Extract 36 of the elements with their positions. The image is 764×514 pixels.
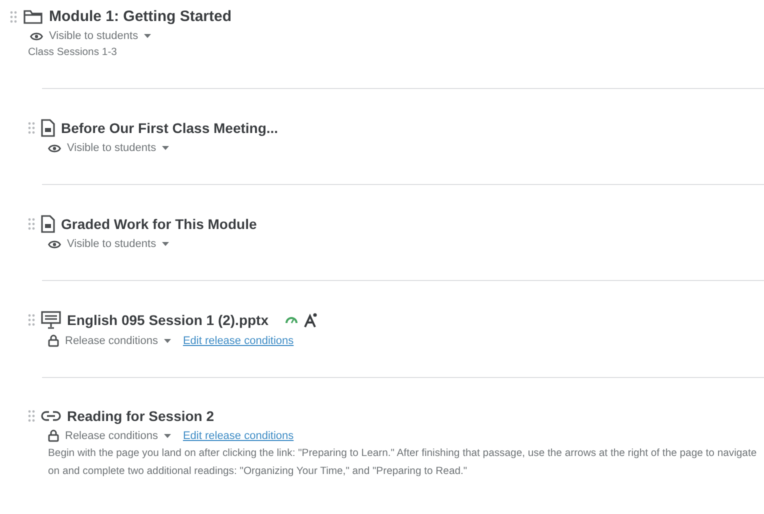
drag-handle-icon[interactable] [10, 10, 17, 22]
drag-handle-icon[interactable] [28, 410, 35, 422]
item-title[interactable]: Reading for Session 2 [67, 408, 214, 424]
lock-icon [48, 429, 59, 442]
release-conditions-dropdown[interactable]: Release conditions [65, 334, 158, 346]
lock-icon [48, 334, 59, 347]
caret-icon[interactable] [162, 242, 170, 246]
caret-icon[interactable] [144, 34, 152, 38]
module-description: Class Sessions 1-3 [27, 46, 118, 60]
visibility-dropdown[interactable]: Visible to students [67, 142, 156, 154]
document-icon [41, 119, 55, 137]
item-title[interactable]: Before Our First Class Meeting... [61, 120, 278, 136]
presentation-icon [41, 311, 61, 329]
edit-release-conditions-link[interactable]: Edit release conditions [182, 430, 294, 442]
caret-icon[interactable] [164, 434, 171, 438]
caret-icon[interactable] [162, 146, 170, 150]
drag-handle-icon[interactable] [28, 314, 35, 326]
document-icon [41, 215, 55, 233]
item-title[interactable]: English 095 Session 1 (2).pptx [67, 312, 269, 328]
edit-release-conditions-link[interactable]: Edit release conditions [182, 334, 294, 346]
drag-handle-icon[interactable] [28, 218, 35, 230]
gauge-icon [284, 316, 298, 324]
visibility-dropdown[interactable]: Visible to students [67, 238, 156, 250]
module-title[interactable]: Module 1: Getting Started [49, 8, 232, 25]
visibility-dropdown[interactable]: Visible to students [49, 30, 138, 42]
drag-handle-icon[interactable] [28, 122, 35, 134]
eye-icon [48, 144, 61, 152]
release-conditions-dropdown[interactable]: Release conditions [65, 430, 158, 442]
eye-icon [48, 240, 61, 248]
item-description: Begin with the page you land on after clicking the link: "Preparing to Learn." After finishing that passage, use the arrows at the right of the page to navigate on and complete two additional readings: "Organizing Your Time," and "Preparing to Read." [47, 447, 758, 479]
folder-icon [23, 8, 43, 24]
caret-icon[interactable] [164, 338, 171, 342]
eye-icon [30, 32, 43, 40]
item-title[interactable]: Graded Work for This Module [61, 216, 257, 232]
accessibility-icon [304, 312, 318, 328]
link-icon [41, 410, 61, 422]
